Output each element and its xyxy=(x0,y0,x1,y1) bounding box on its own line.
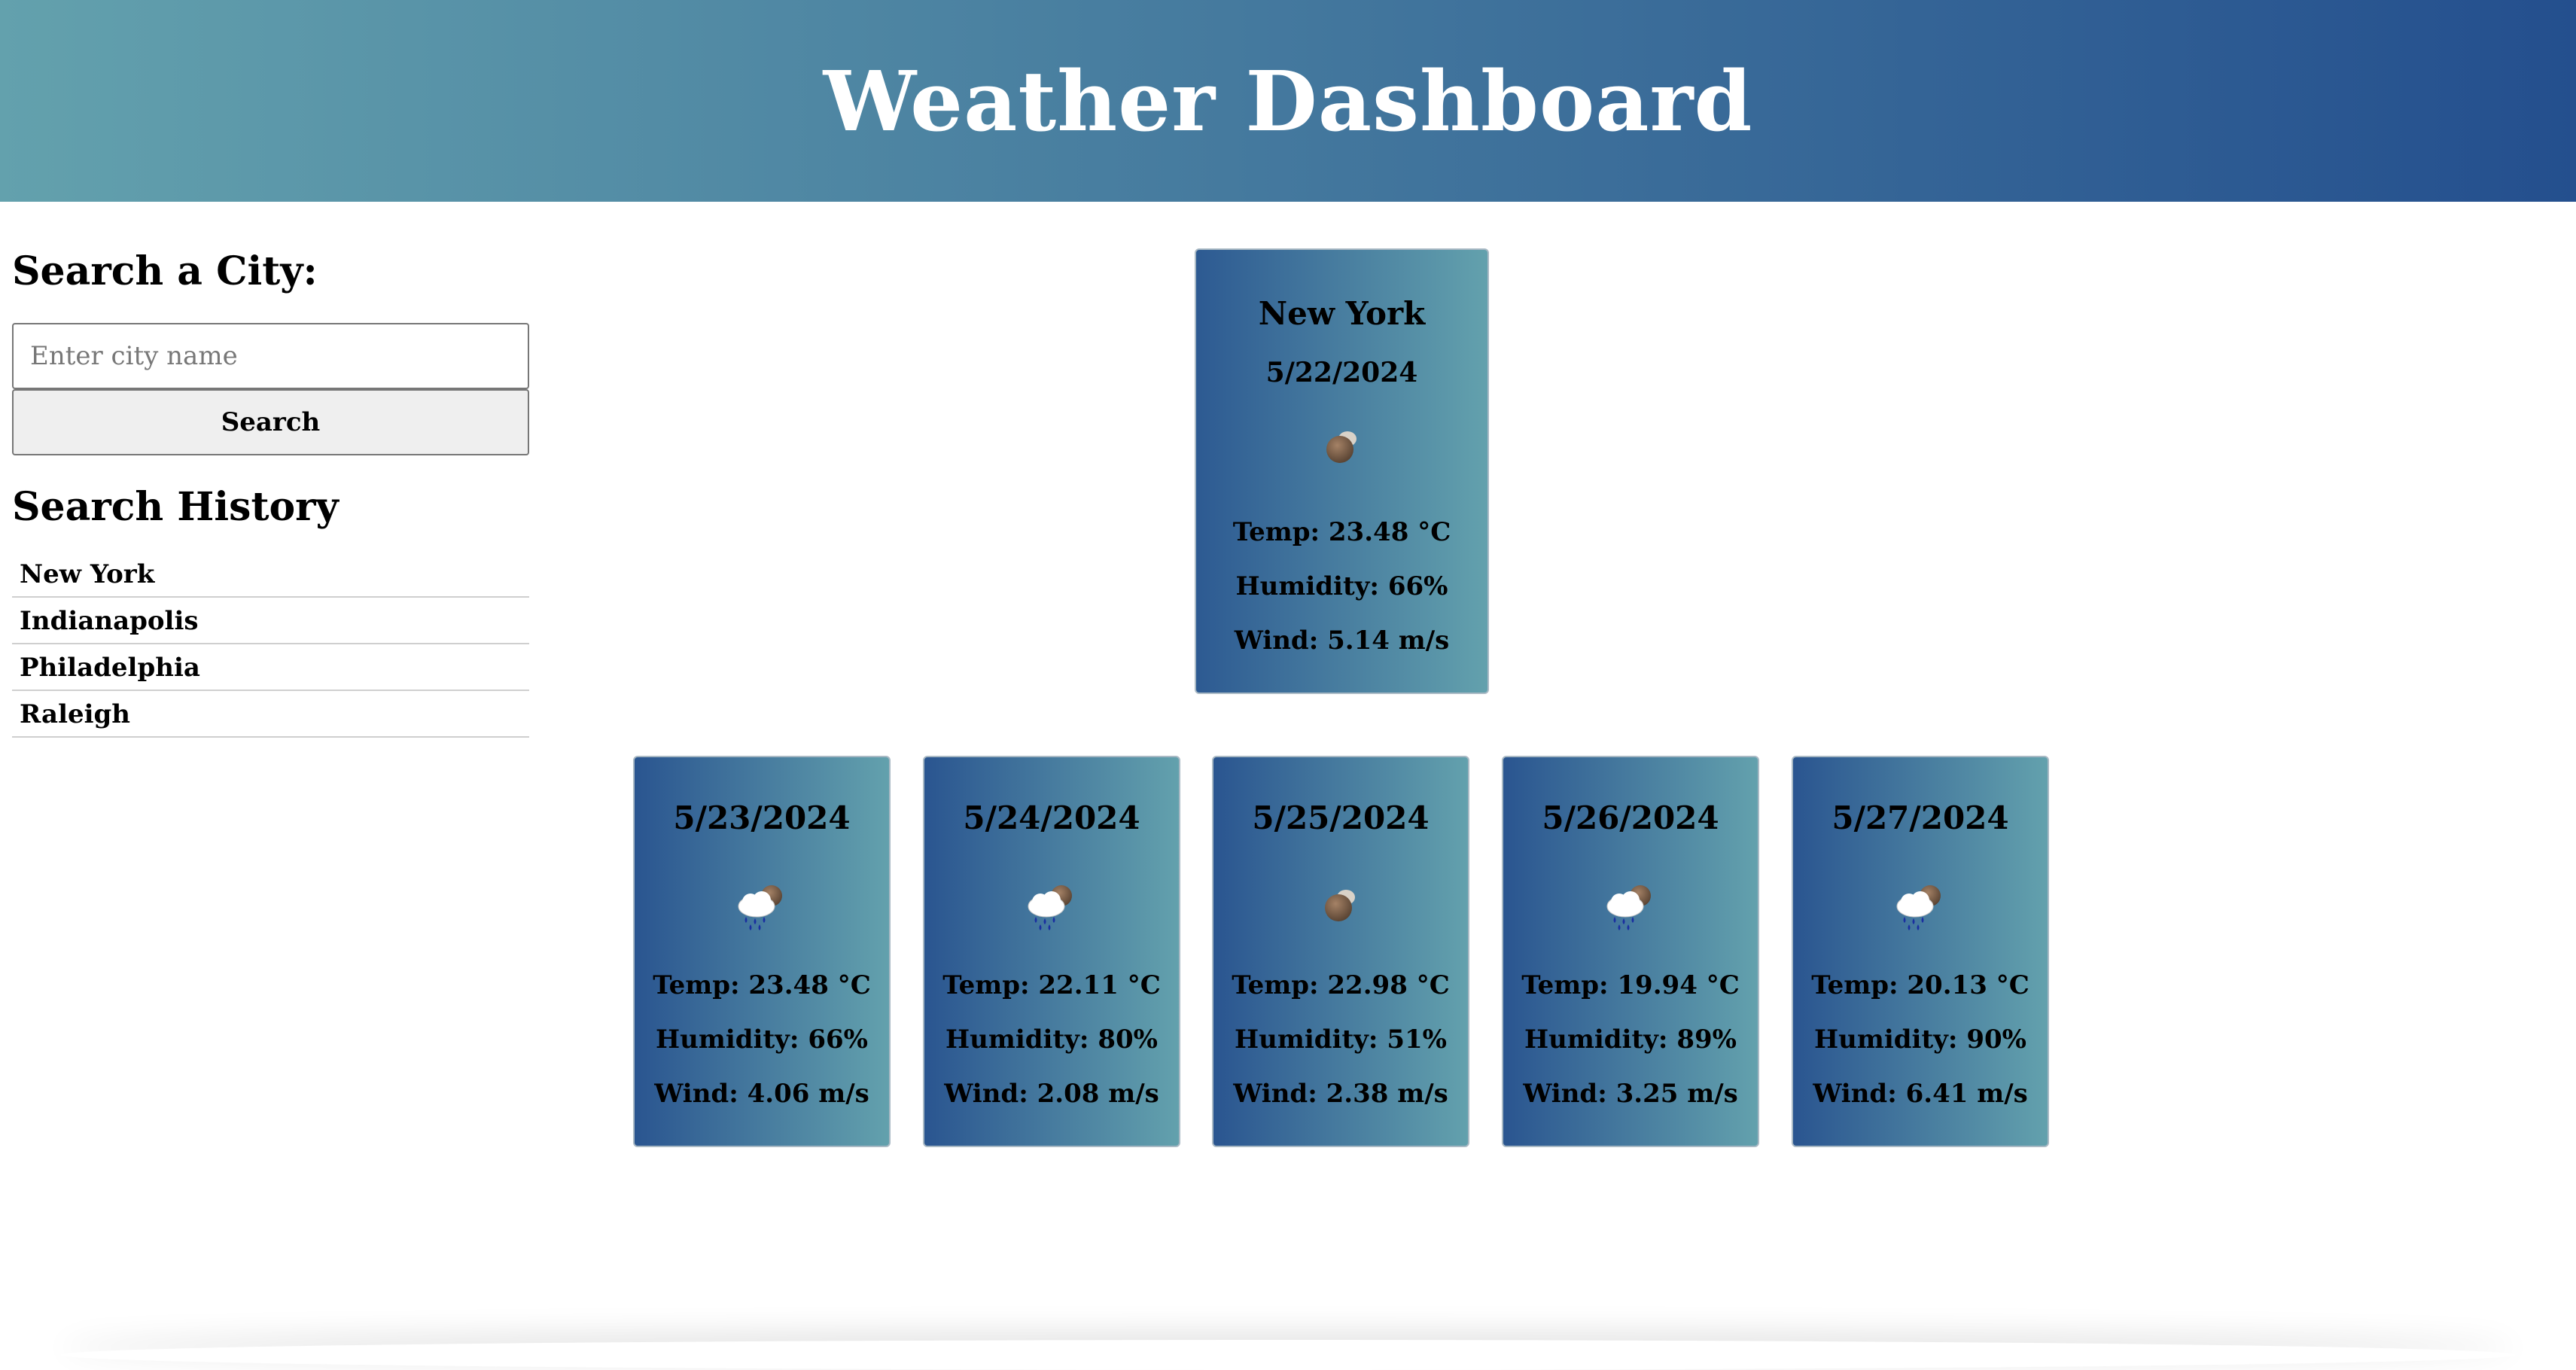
current-city: New York xyxy=(1258,295,1426,332)
clouds-icon xyxy=(1325,890,1355,921)
forecast-date: 5/23/2024 xyxy=(673,799,851,836)
search-history-list: New York Indianapolis Philadelphia Ralei… xyxy=(12,553,529,738)
clouds-icon xyxy=(1326,431,1357,463)
forecast-date: 5/24/2024 xyxy=(963,799,1140,836)
search-button[interactable]: Search xyxy=(12,389,529,455)
page-title: Weather Dashboard xyxy=(823,52,1753,150)
history-item[interactable]: New York xyxy=(12,553,529,598)
forecast-temp: Temp: 23.48 °C xyxy=(653,970,871,1000)
forecast-date: 5/27/2024 xyxy=(1832,799,2009,836)
forecast-card: 5/26/2024 Temp: 19.94 °C Humidity: 89% W… xyxy=(1502,756,1759,1147)
current-wind: Wind: 5.14 m/s xyxy=(1234,626,1450,656)
forecast-card: 5/23/2024 Temp: 23.48 °C Humidity: 66% W… xyxy=(633,756,891,1147)
current-date: 5/22/2024 xyxy=(1265,357,1418,388)
forecast-humidity: Humidity: 51% xyxy=(1235,1024,1447,1055)
forecast-wind: Wind: 6.41 m/s xyxy=(1813,1079,2028,1109)
forecast-wind: Wind: 2.38 m/s xyxy=(1233,1079,1448,1109)
history-item[interactable]: Philadelphia xyxy=(12,646,529,691)
forecast-card: 5/25/2024 Temp: 22.98 °C Humidity: 51% W… xyxy=(1212,756,1469,1147)
forecast-wind: Wind: 3.25 m/s xyxy=(1523,1079,1738,1109)
forecast-card: 5/24/2024 Temp: 22.11 °C Humidity: 80% W… xyxy=(923,756,1180,1147)
search-history-title: Search History xyxy=(12,484,339,530)
history-item[interactable]: Indianapolis xyxy=(12,599,529,644)
forecast-card: 5/27/2024 Temp: 20.13 °C Humidity: 90% W… xyxy=(1792,756,2049,1147)
forecast-humidity: Humidity: 89% xyxy=(1524,1024,1737,1055)
page-header: Weather Dashboard xyxy=(0,0,2576,202)
forecast-temp: Temp: 22.11 °C xyxy=(942,970,1161,1000)
forecast-temp: Temp: 19.94 °C xyxy=(1521,970,1740,1000)
search-label: Search a City: xyxy=(12,248,318,294)
rain-clouds-icon xyxy=(1028,884,1073,930)
forecast-humidity: Humidity: 66% xyxy=(656,1024,868,1055)
forecast-humidity: Humidity: 90% xyxy=(1814,1024,2026,1055)
rain-clouds-icon xyxy=(1896,884,1941,930)
current-temp: Temp: 23.48 °C xyxy=(1232,517,1451,547)
current-humidity: Humidity: 66% xyxy=(1235,571,1448,601)
footer-shadow xyxy=(60,1340,2516,1370)
forecast-temp: Temp: 20.13 °C xyxy=(1811,970,2029,1000)
forecast-humidity: Humidity: 80% xyxy=(945,1024,1158,1055)
forecast-temp: Temp: 22.98 °C xyxy=(1232,970,1450,1000)
rain-clouds-icon xyxy=(1606,884,1652,930)
current-weather-card: New York 5/22/2024 Temp: 23.48 °C Humidi… xyxy=(1195,248,1489,694)
history-item[interactable]: Raleigh xyxy=(12,693,529,738)
forecast-date: 5/26/2024 xyxy=(1542,799,1719,836)
city-search-input[interactable] xyxy=(12,323,529,389)
rain-clouds-icon xyxy=(738,884,783,930)
forecast-wind: Wind: 4.06 m/s xyxy=(654,1079,869,1109)
forecast-wind: Wind: 2.08 m/s xyxy=(944,1079,1159,1109)
forecast-date: 5/25/2024 xyxy=(1252,799,1430,836)
sidebar: Search a City: Search Search History New… xyxy=(12,248,529,739)
